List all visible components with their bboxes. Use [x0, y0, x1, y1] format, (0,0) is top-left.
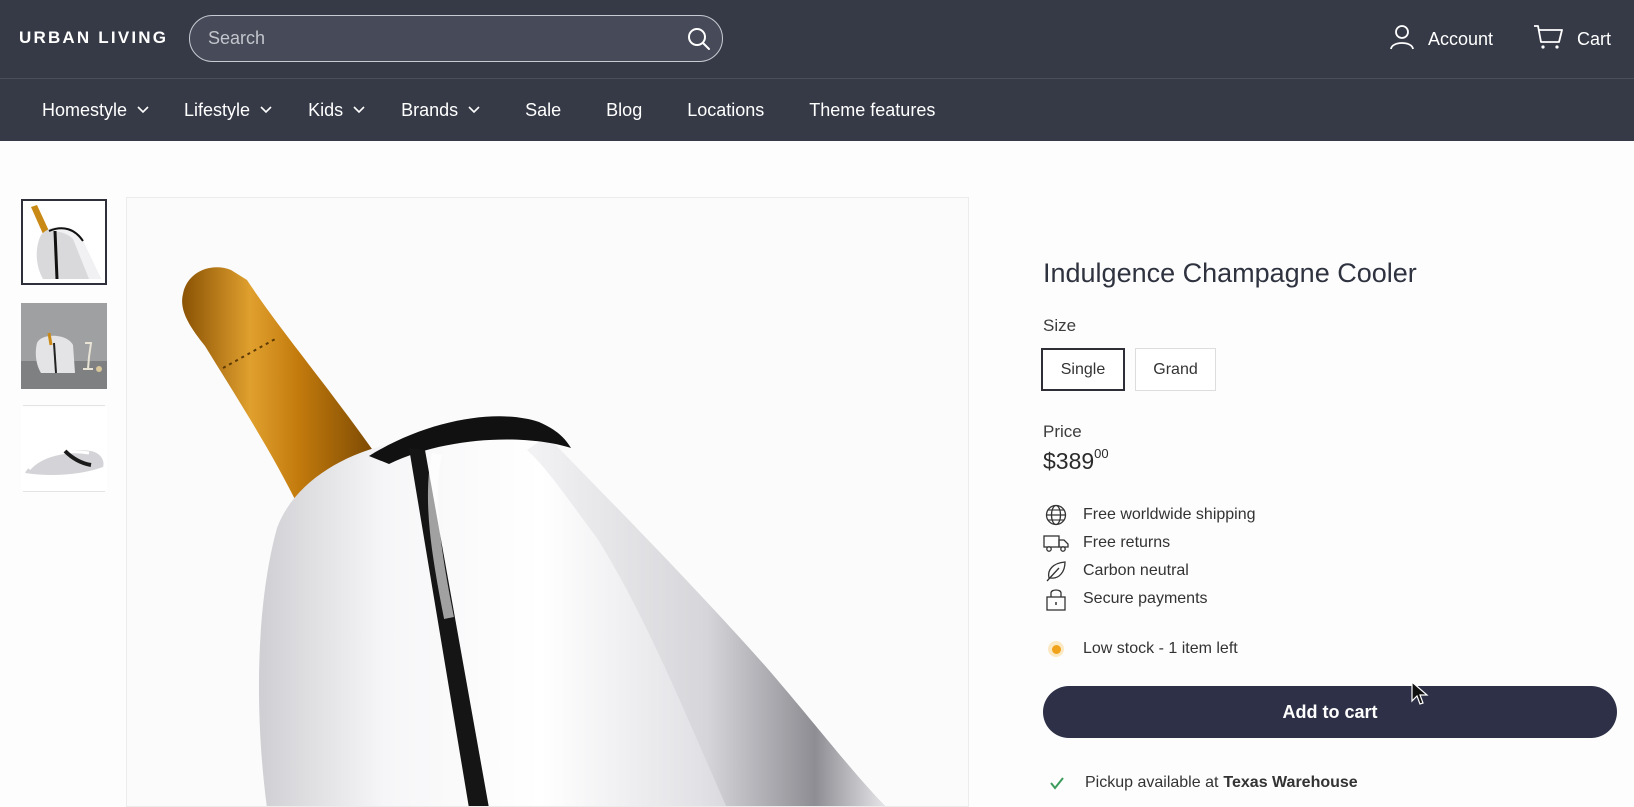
cart-icon — [1533, 24, 1563, 55]
product-price: $38900 — [1043, 446, 1109, 475]
size-option-grand[interactable]: Grand — [1135, 348, 1216, 391]
price-label: Price — [1043, 422, 1082, 441]
nav-item-locations[interactable]: Locations — [687, 79, 764, 141]
feature-item: Free worldwide shipping — [1043, 501, 1256, 529]
feature-label: Carbon neutral — [1083, 562, 1189, 579]
truck-icon — [1043, 531, 1069, 555]
thumbnail-cooler-side[interactable] — [21, 407, 107, 491]
nav-item-theme-features[interactable]: Theme features — [809, 79, 935, 141]
cart-label: Cart — [1577, 28, 1612, 49]
nav-item-label: Sale — [525, 99, 562, 120]
pickup-availability: Pickup available at Texas Warehouse — [1050, 772, 1358, 794]
price-cents: 00 — [1094, 446, 1109, 461]
account-label: Account — [1428, 28, 1494, 49]
stock-indicator-dot — [1048, 641, 1064, 657]
size-label: Size — [1043, 316, 1077, 335]
chevron-down-icon — [260, 106, 272, 114]
nav-item-label: Lifestyle — [184, 99, 251, 120]
search-icon[interactable] — [686, 26, 712, 52]
size-option-label: Single — [1060, 360, 1106, 378]
nav-item-label: Theme features — [809, 99, 936, 120]
nav-item-lifestyle[interactable]: Lifestyle — [184, 79, 272, 141]
leaf-icon — [1043, 559, 1069, 583]
nav-item-label: Locations — [687, 99, 765, 120]
nav-item-brands[interactable]: Brands — [401, 79, 480, 141]
feature-item: Secure payments — [1043, 585, 1208, 613]
chevron-down-icon — [353, 106, 365, 114]
nav-item-label: Brands — [401, 99, 459, 120]
feature-item: Free returns — [1043, 529, 1170, 557]
thumbnail-bottle-cooler[interactable] — [21, 199, 107, 285]
feature-label: Secure payments — [1083, 590, 1208, 607]
store-logo[interactable]: URBAN LIVING — [19, 28, 168, 48]
nav-item-label: Homestyle — [42, 99, 128, 120]
pickup-text: Pickup available at — [1085, 774, 1219, 791]
mouse-cursor-icon — [1411, 681, 1429, 705]
nav-list: Homestyle Lifestyle Kids Brands Sale Blo… — [0, 79, 935, 141]
add-to-cart-button[interactable]: Add to cart — [1043, 686, 1617, 738]
checkmark-icon — [1050, 777, 1064, 790]
feature-label: Free returns — [1083, 534, 1171, 551]
nav-item-blog[interactable]: Blog — [606, 79, 642, 141]
product-title: Indulgence Champagne Cooler — [1043, 258, 1417, 288]
main-product-image[interactable] — [126, 197, 969, 807]
main-navigation: Homestyle Lifestyle Kids Brands Sale Blo… — [0, 78, 1634, 141]
top-header: URBAN LIVING Account Cart — [0, 0, 1634, 78]
chevron-down-icon — [468, 106, 480, 114]
nav-item-label: Kids — [308, 99, 344, 120]
size-option-single[interactable]: Single — [1041, 348, 1125, 391]
stock-status: Low stock - 1 item left — [1043, 636, 1238, 662]
champagne-cooler-image — [23, 201, 105, 283]
cart-link[interactable]: Cart — [1533, 22, 1611, 56]
thumbnail-divider — [23, 405, 105, 406]
lifestyle-scene-image — [21, 303, 107, 389]
search-input[interactable] — [208, 16, 668, 61]
nav-item-homestyle[interactable]: Homestyle — [42, 79, 149, 141]
nav-item-label: Blog — [606, 99, 643, 120]
search-bar[interactable] — [189, 15, 723, 62]
thumbnail-divider — [23, 491, 105, 492]
feature-item: Carbon neutral — [1043, 557, 1189, 585]
globe-icon — [1043, 503, 1069, 527]
person-icon — [1390, 24, 1414, 55]
pickup-location[interactable]: Texas Warehouse — [1223, 774, 1357, 792]
price-main: $389 — [1043, 448, 1095, 474]
thumbnail-lifestyle-scene[interactable] — [21, 303, 107, 389]
chevron-down-icon — [137, 106, 149, 114]
nav-item-sale[interactable]: Sale — [525, 79, 561, 141]
feature-label: Free worldwide shipping — [1083, 506, 1256, 523]
account-link[interactable]: Account — [1390, 22, 1493, 56]
stock-text: Low stock - 1 item left — [1083, 640, 1238, 657]
champagne-cooler-image — [182, 267, 886, 806]
lock-icon — [1043, 587, 1069, 611]
cooler-side-image — [21, 407, 107, 491]
nav-item-kids[interactable]: Kids — [308, 79, 365, 141]
size-option-label: Grand — [1153, 360, 1198, 378]
